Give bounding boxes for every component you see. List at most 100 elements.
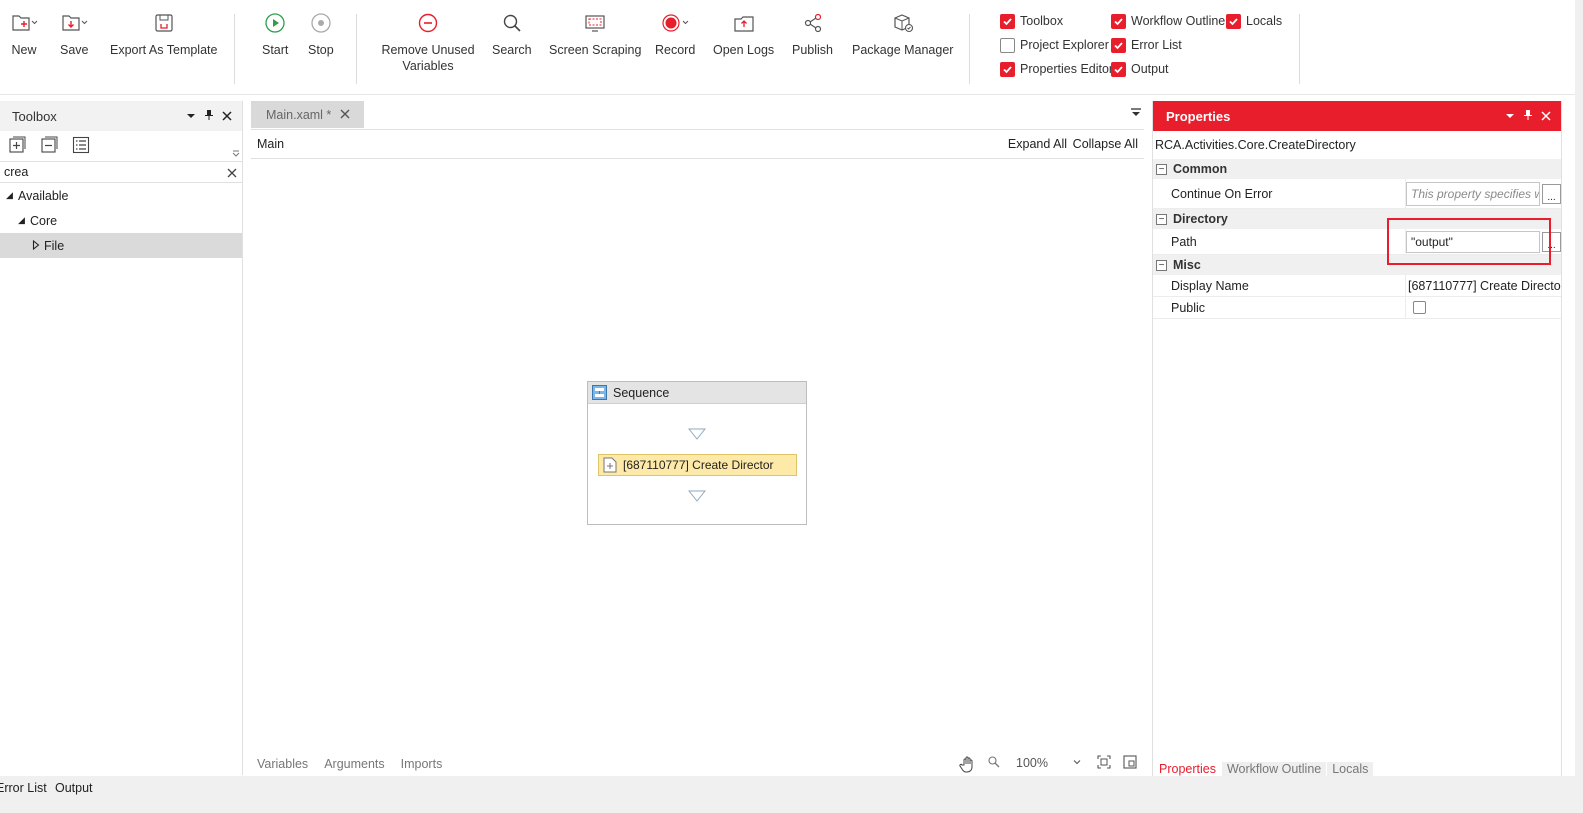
toggle-error-list[interactable]: Error List [1111,36,1182,54]
ellipsis-button[interactable]: ... [1542,183,1561,204]
toggle-label: Project Explorer [1020,38,1109,52]
path-input[interactable]: "output" [1406,230,1540,253]
stop-button[interactable]: Stop [308,8,334,58]
window-edge [1575,0,1583,813]
tab-label: Main.xaml * [266,107,332,122]
toggle-project-explorer[interactable]: Project Explorer [1000,36,1109,54]
ellipsis-button[interactable]: ... [1542,231,1561,252]
new-button[interactable]: New [10,8,38,58]
collapse-category-icon[interactable]: − [1156,163,1167,175]
zoom-level[interactable]: 100% [1016,756,1048,770]
screen-scraping-button[interactable]: Screen Scraping [549,8,641,58]
dropdown-icon[interactable] [186,109,196,124]
collapse-all-icon[interactable] [40,136,60,157]
expanded-arrow-icon[interactable]: ◢ [18,215,30,226]
toolbox-panel: Toolbox crea ◢ Available ◢ Core File [0,101,243,775]
dropdown-icon[interactable] [1505,109,1515,124]
remove-unused-variables-button[interactable]: Remove Unused Variables [378,8,478,74]
save-button[interactable]: Save [60,8,89,58]
sequence-activity[interactable]: Sequence [687110777] Create Director [587,381,807,525]
tab-list-icon[interactable] [1130,107,1142,121]
workflow-designer: Main.xaml * Main Expand All Collapse All… [251,101,1144,775]
publish-button[interactable]: Publish [792,8,833,58]
ribbon-separator [969,14,970,84]
scroll-arrow-icon[interactable] [232,147,240,161]
overview-icon[interactable] [1123,755,1137,772]
drop-arrow-icon[interactable] [687,428,707,440]
record-button[interactable]: Record [655,8,695,58]
create-directory-activity[interactable]: [687110777] Create Director [598,454,797,476]
breadcrumb: Main Expand All Collapse All [251,129,1144,159]
zoom-icon[interactable] [987,755,1001,772]
tab-workflow-outline[interactable]: Workflow Outline [1221,762,1327,776]
display-name-input[interactable]: [687110777] Create Directory [1408,279,1561,293]
tree-item-available[interactable]: ◢ Available [0,183,242,208]
property-continue-on-error: Continue On Error This property specifie… [1153,179,1561,209]
property-path: Path "output" ... [1153,229,1561,255]
collapse-category-icon[interactable]: − [1156,259,1167,271]
search-button[interactable]: Search [492,8,532,58]
toggle-locals[interactable]: Locals [1226,12,1282,30]
public-checkbox[interactable] [1413,301,1426,314]
tab-output[interactable]: Output [55,781,93,795]
publish-label: Publish [792,43,833,57]
toggle-label: Error List [1131,38,1182,52]
tree-item-core[interactable]: ◢ Core [0,208,242,233]
close-icon[interactable] [1541,109,1551,124]
list-view-icon[interactable] [72,136,90,157]
continue-on-error-input[interactable]: This property specifies wh [1406,181,1540,206]
close-tab-icon[interactable] [340,106,350,122]
stop-icon [310,8,332,38]
save-label: Save [60,43,89,57]
start-button[interactable]: Start [262,8,288,58]
zoom-dropdown-icon[interactable] [1073,755,1081,769]
create-directory-icon [603,457,617,473]
toggle-label: Locals [1246,14,1283,28]
export-template-icon [153,8,175,38]
toggle-toolbox[interactable]: Toolbox [1000,12,1063,30]
save-icon [60,8,88,38]
tab-arguments[interactable]: Arguments [324,757,384,771]
toggle-properties-editor[interactable]: Properties Editor [1000,60,1113,78]
remove-unused-variables-label: Remove Unused Variables [381,43,475,73]
clear-search-icon[interactable] [227,167,237,181]
category-common[interactable]: − Common [1153,159,1561,179]
open-logs-button[interactable]: Open Logs [713,8,774,58]
tab-main-xaml[interactable]: Main.xaml * [251,101,364,128]
tab-properties[interactable]: Properties [1154,762,1221,776]
package-manager-button[interactable]: Package Manager [852,8,953,58]
breadcrumb-main[interactable]: Main [251,137,284,151]
pin-icon[interactable] [1523,109,1533,124]
tab-imports[interactable]: Imports [401,757,443,771]
expanded-arrow-icon[interactable]: ◢ [6,190,18,201]
drop-arrow-icon[interactable] [687,490,707,502]
category-misc[interactable]: − Misc [1153,255,1561,275]
bottom-panel-tabs: Error List Output [0,776,1583,813]
collapse-all-link[interactable]: Collapse All [1073,137,1138,151]
toggle-output[interactable]: Output [1111,60,1169,78]
fit-to-screen-icon[interactable] [1097,755,1111,772]
hand-tool-icon[interactable] [959,755,977,776]
tree-item-label: Core [30,213,58,228]
toggle-workflow-outline[interactable]: Workflow Outline [1111,12,1225,30]
collapsed-arrow-icon[interactable] [32,239,44,252]
checkbox-checked-icon [1111,61,1126,77]
category-directory[interactable]: − Directory [1153,209,1561,229]
close-icon[interactable] [222,109,232,124]
tab-variables[interactable]: Variables [257,757,308,771]
ribbon-separator [1299,14,1300,84]
play-icon [264,8,286,38]
tab-locals[interactable]: Locals [1327,762,1374,776]
properties-title: Properties [1166,108,1231,124]
toolbox-search-input[interactable]: crea [0,161,242,183]
package-icon [891,8,915,38]
collapse-category-icon[interactable]: − [1156,213,1167,225]
tab-error-list[interactable]: Error List [0,781,47,795]
ribbon-separator [234,14,235,84]
open-logs-icon [732,8,756,38]
pin-icon[interactable] [204,109,214,124]
export-template-button[interactable]: Export As Template [110,8,217,58]
expand-all-icon[interactable] [8,136,28,157]
tree-item-file[interactable]: File [0,233,242,258]
expand-all-link[interactable]: Expand All [1008,137,1067,151]
